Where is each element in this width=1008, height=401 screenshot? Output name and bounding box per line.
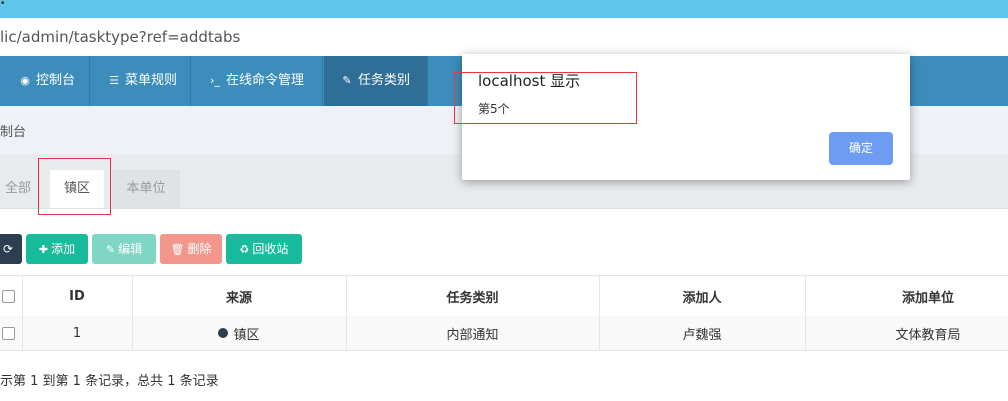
- delete-label: 删除: [187, 242, 212, 256]
- nav-label: 菜单规则: [125, 73, 178, 88]
- row-checkbox[interactable]: [1, 326, 15, 340]
- select-all-cell: [0, 276, 22, 316]
- highlight-box: [454, 72, 637, 124]
- nav-item-menu-rules[interactable]: ☰ 菜单规则: [91, 56, 191, 106]
- nav-label: 任务类别: [358, 73, 411, 88]
- address-bar[interactable]: lic/admin/tasktype?ref=addtabs: [0, 18, 1008, 57]
- nav-label: 控制台: [36, 73, 76, 88]
- recycle-bin-button[interactable]: ♻ 回收站: [226, 234, 302, 264]
- trash-icon: 🗑: [170, 243, 185, 256]
- cell-id: 1: [72, 325, 82, 341]
- header-unit[interactable]: 添加单位: [805, 276, 1008, 316]
- header-creator[interactable]: 添加人: [599, 276, 805, 316]
- row-select-cell: [0, 316, 22, 350]
- edit-button[interactable]: ✎ 编辑: [92, 234, 156, 264]
- nav-item-online-command[interactable]: ›_ 在线命令管理: [192, 56, 323, 106]
- nav-label: 在线命令管理: [226, 73, 305, 88]
- pencil-icon: ✎: [105, 243, 116, 256]
- breadcrumb[interactable]: 制台: [0, 121, 26, 140]
- delete-button[interactable]: 🗑 删除: [160, 234, 222, 264]
- header-id[interactable]: ID: [22, 276, 132, 316]
- header-source[interactable]: 来源: [132, 276, 346, 316]
- add-label: 添加: [51, 242, 76, 256]
- table-row[interactable]: 1 镇区 内部通知 卢魏强 文体教育局: [0, 316, 1008, 351]
- highlight-box: [38, 158, 111, 215]
- select-all-checkbox[interactable]: [1, 289, 15, 303]
- status-dot-icon: [218, 328, 229, 338]
- add-button[interactable]: ✚ 添加: [26, 234, 88, 264]
- cell-source: 镇区: [132, 316, 346, 350]
- cell-creator: 卢魏强: [682, 327, 722, 343]
- tab-own-unit[interactable]: 本单位: [112, 170, 180, 208]
- source-text: 镇区: [233, 327, 260, 343]
- refresh-icon: ⟳: [2, 242, 14, 256]
- edit-label: 编辑: [118, 242, 143, 256]
- plus-icon: ✚: [38, 243, 49, 256]
- cell-unit: 文体教育局: [895, 327, 961, 343]
- dashboard-icon: ◉: [20, 74, 30, 87]
- url-text: lic/admin/tasktype?ref=addtabs: [0, 28, 241, 46]
- tab-all[interactable]: 全部: [0, 170, 36, 208]
- recycle-label: 回收站: [252, 242, 289, 256]
- pagination-info: 示第 1 到第 1 条记录，总共 1 条记录: [0, 374, 219, 389]
- edit-icon: ✎: [342, 74, 352, 87]
- window-control-icon: •: [0, 0, 6, 9]
- browser-top-bar: •: [0, 0, 1008, 18]
- ok-button[interactable]: 确定: [829, 132, 893, 165]
- terminal-icon: ›_: [210, 74, 220, 87]
- nav-item-dashboard[interactable]: ◉ 控制台: [0, 56, 90, 106]
- list-icon: ☰: [109, 74, 119, 87]
- nav-item-task-type[interactable]: ✎ 任务类别: [324, 56, 428, 106]
- header-task-type[interactable]: 任务类别: [346, 276, 599, 316]
- table-header: ID 来源 任务类别 添加人 添加单位: [0, 275, 1008, 317]
- refresh-button[interactable]: ⟳: [0, 234, 22, 264]
- cell-task-type: 内部通知: [446, 327, 499, 343]
- recycle-icon: ♻: [239, 243, 250, 256]
